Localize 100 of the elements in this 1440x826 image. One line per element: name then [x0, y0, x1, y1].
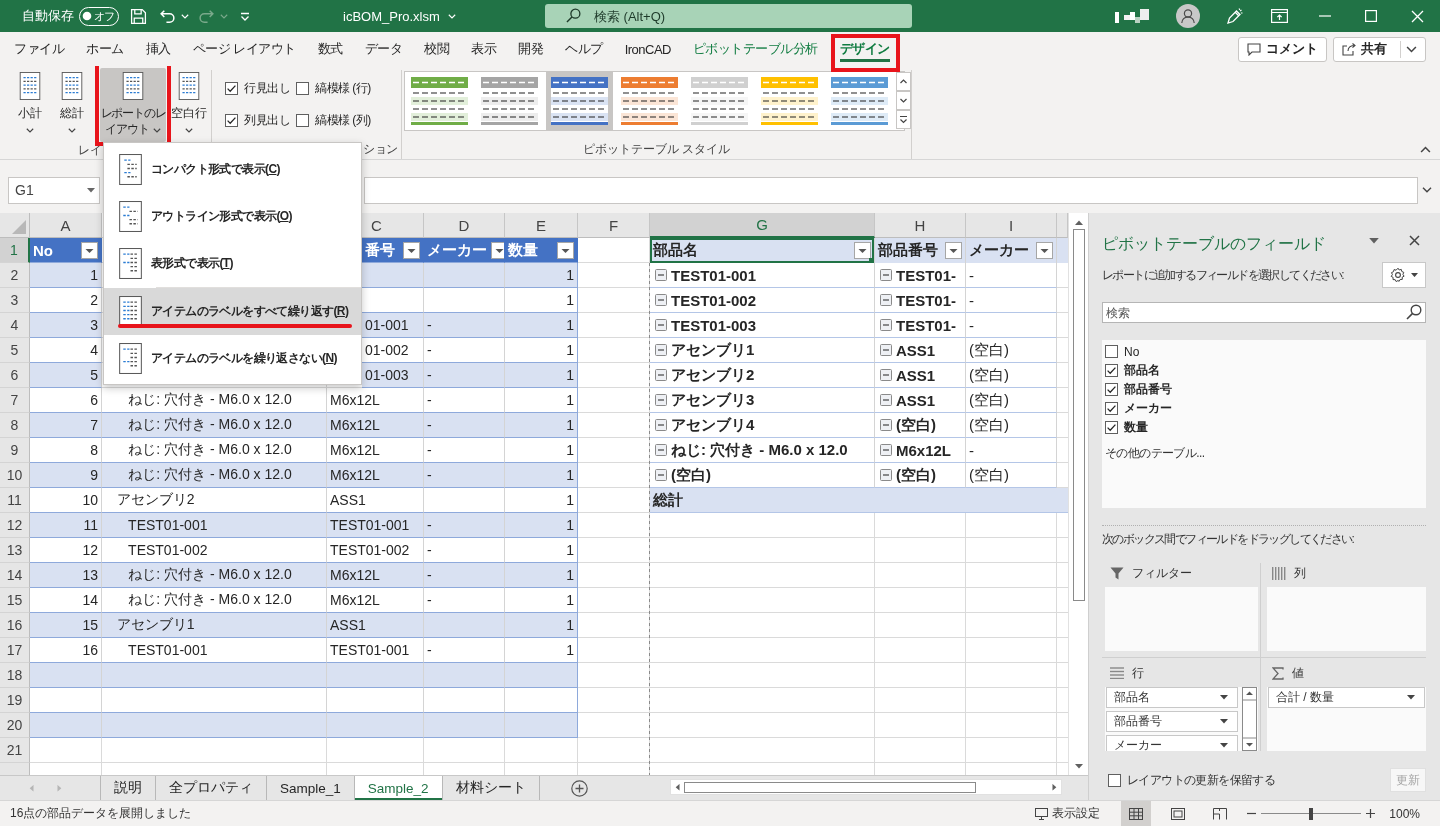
collapse-icon[interactable]	[880, 419, 892, 431]
ribbon-tab[interactable]: デザイン	[829, 32, 901, 66]
row-label[interactable]: M6x12L	[896, 441, 952, 459]
share-button[interactable]: 共有	[1333, 36, 1426, 62]
row-number[interactable]: 11	[0, 488, 30, 513]
ribbon-tab[interactable]: 数式	[306, 32, 354, 66]
collapse-icon[interactable]	[880, 369, 892, 381]
ribbon-tab[interactable]: データ	[353, 32, 414, 66]
field-label[interactable]: 数量	[1124, 419, 1148, 436]
filter-dropdown-icon[interactable]	[403, 241, 420, 259]
list-scrollbar[interactable]	[1242, 687, 1257, 751]
more-styles-icon[interactable]	[896, 110, 911, 129]
row-number[interactable]: 14	[0, 563, 30, 588]
menu-item[interactable]: アイテムのラベルを繰り返さない(N)	[104, 335, 361, 382]
field-label[interactable]: メーカー	[1124, 400, 1172, 417]
row-label[interactable]: アセンブリ1	[671, 340, 755, 360]
save-icon[interactable]	[130, 7, 147, 25]
header-cell[interactable]: 部品番号	[875, 238, 966, 263]
zoom-level[interactable]: 100%	[1389, 806, 1420, 821]
horizontal-scrollbar[interactable]	[670, 779, 1062, 795]
pane-options-icon[interactable]	[1369, 237, 1379, 244]
ribbon-tab[interactable]: IronCAD	[613, 32, 682, 66]
caret-down-icon[interactable]	[1407, 695, 1415, 700]
row-number[interactable]: 9	[0, 438, 30, 463]
ribbon-tab[interactable]: ファイル	[3, 32, 75, 66]
ribbon-tab[interactable]: ヘルプ	[554, 32, 614, 66]
checkbox[interactable]	[296, 82, 309, 95]
row-number[interactable]: 21	[0, 738, 30, 763]
collapse-icon[interactable]	[655, 394, 667, 406]
collapse-icon[interactable]	[880, 319, 892, 331]
row-label[interactable]: TEST01-002	[671, 291, 757, 309]
row-label[interactable]: TEST01-	[896, 266, 956, 284]
row-label[interactable]: (空白)	[671, 465, 711, 485]
collapse-icon[interactable]	[880, 469, 892, 481]
field-chip[interactable]: 部品名	[1106, 687, 1238, 708]
scroll-down-icon[interactable]	[896, 91, 911, 110]
pen-icon[interactable]	[1226, 7, 1244, 25]
collapse-icon[interactable]	[655, 369, 667, 381]
row-number[interactable]: 16	[0, 613, 30, 638]
field-label[interactable]: 部品番号	[1124, 381, 1172, 398]
checkbox[interactable]	[1105, 364, 1118, 377]
row-label[interactable]: アセンブリ2	[671, 365, 755, 385]
field-label[interactable]: 部品名	[1124, 362, 1160, 379]
ribbon-tab[interactable]: ページ レイアウト	[181, 32, 307, 66]
collapse-icon[interactable]	[655, 344, 667, 356]
collapse-icon[interactable]	[880, 269, 892, 281]
row-number[interactable]: 5	[0, 338, 30, 363]
undo-icon[interactable]	[159, 7, 176, 25]
avatar-icon[interactable]	[1176, 4, 1200, 28]
row-label[interactable]: (空白)	[896, 465, 936, 485]
checkbox-label[interactable]: 縞模様 (列)	[315, 112, 371, 129]
row-number[interactable]: 2	[0, 263, 30, 288]
ribbon-button[interactable]: 総計	[52, 68, 92, 142]
column-letter[interactable]: I	[966, 213, 1057, 238]
field-chip[interactable]: 合計 / 数量	[1268, 687, 1425, 708]
row-label[interactable]: ASS1	[896, 366, 936, 384]
row-label[interactable]: (空白)	[896, 415, 936, 435]
document-title[interactable]: icBOM_Pro.xlsm	[343, 8, 440, 24]
row-number[interactable]: 17	[0, 638, 30, 663]
checkbox-label[interactable]: 縞模様 (行)	[315, 80, 371, 97]
row-number[interactable]: 3	[0, 288, 30, 313]
scroll-up-icon[interactable]	[1074, 220, 1083, 225]
caret-down-icon[interactable]	[87, 187, 95, 193]
filter-dropdown-icon[interactable]	[854, 242, 871, 259]
row-number[interactable]: 6	[0, 363, 30, 388]
ribbon-display-icon[interactable]	[1271, 9, 1288, 23]
header-cell[interactable]: 部品名	[650, 238, 875, 263]
row-number[interactable]: 12	[0, 513, 30, 538]
caret-icon[interactable]	[68, 128, 76, 134]
checkbox[interactable]	[1105, 383, 1118, 396]
scroll-left-icon[interactable]	[675, 783, 680, 791]
collapse-ribbon-icon[interactable]	[1420, 146, 1431, 153]
collapse-icon[interactable]	[655, 269, 667, 281]
column-letter[interactable]: C	[362, 213, 424, 238]
field-chip[interactable]: 部品番号	[1106, 711, 1238, 732]
row-number[interactable]: 18	[0, 663, 30, 688]
scroll-right-icon[interactable]	[1052, 783, 1057, 791]
row-label[interactable]: ねじ: 穴付き - M6.0 x 12.0	[671, 440, 848, 460]
filter-dropdown-icon[interactable]	[557, 241, 574, 259]
maximize-icon[interactable]	[1365, 10, 1377, 22]
menu-item[interactable]: アウトライン形式で表示(O)	[104, 193, 361, 240]
field-label[interactable]: No	[1124, 344, 1140, 359]
checkbox-label[interactable]: 列見出し	[244, 112, 290, 129]
ribbon-tab[interactable]: 開発	[507, 32, 555, 66]
collapse-icon[interactable]	[655, 469, 667, 481]
row-label[interactable]: TEST01-	[896, 291, 956, 309]
row-number[interactable]: 7	[0, 388, 30, 413]
checkbox-label[interactable]: レイアウトの更新を保留する	[1127, 771, 1276, 789]
slider-thumb[interactable]	[1309, 807, 1314, 820]
checkbox[interactable]	[225, 82, 238, 95]
zoom-in-icon[interactable]	[1366, 809, 1376, 818]
add-sheet-icon[interactable]	[571, 779, 589, 797]
caret-icon[interactable]	[26, 128, 34, 134]
caret-down-icon[interactable]	[1411, 272, 1418, 278]
caret-icon[interactable]	[1406, 45, 1417, 53]
checkbox-label[interactable]: 行見出し	[244, 80, 290, 97]
caret-icon[interactable]	[152, 127, 161, 133]
menu-item[interactable]: 表形式で表示(T)	[104, 240, 361, 287]
row-label[interactable]: アセンブリ3	[671, 390, 755, 410]
row-number[interactable]: 13	[0, 538, 30, 563]
